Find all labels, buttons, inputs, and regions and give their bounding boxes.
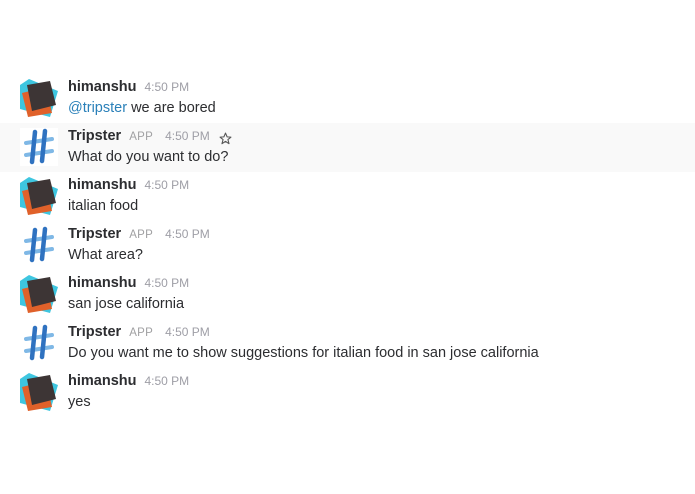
message-feed: himanshu 4:50 PM @tripster we are bored … — [0, 74, 695, 417]
user-avatar[interactable] — [20, 275, 58, 313]
avatar-himanshu-icon — [20, 79, 58, 117]
message-timestamp[interactable]: 4:50 PM — [144, 178, 189, 192]
avatar-tripster-icon — [20, 128, 58, 166]
message-item[interactable]: himanshu 4:50 PM yes — [0, 368, 695, 417]
avatar-himanshu-icon — [20, 177, 58, 215]
message-author[interactable]: himanshu — [68, 373, 136, 389]
user-avatar[interactable] — [20, 177, 58, 215]
message-text: @tripster we are bored — [68, 100, 216, 116]
message-timestamp[interactable]: 4:50 PM — [144, 276, 189, 290]
message-timestamp[interactable]: 4:50 PM — [165, 325, 210, 339]
message-item[interactable]: himanshu 4:50 PM @tripster we are bored — [0, 74, 695, 123]
message-author[interactable]: Tripster — [68, 324, 121, 340]
avatar-himanshu-icon — [20, 373, 58, 411]
avatar-himanshu-icon — [20, 275, 58, 313]
message-item[interactable]: himanshu 4:50 PM italian food — [0, 172, 695, 221]
star-icon[interactable] — [219, 132, 232, 145]
avatar-tripster-icon — [20, 324, 58, 362]
message-author[interactable]: himanshu — [68, 79, 136, 95]
message-text: yes — [68, 394, 91, 410]
message-text: italian food — [68, 198, 139, 214]
app-badge: APP — [129, 131, 154, 143]
message-text: What do you want to do? — [68, 149, 229, 165]
app-avatar[interactable] — [20, 324, 58, 362]
message-item[interactable]: Tripster APP 4:50 PM Do you want me to s… — [0, 319, 695, 368]
message-item[interactable]: Tripster APP 4:50 PM What area? — [0, 221, 695, 270]
user-mention-link[interactable]: @tripster — [68, 100, 127, 116]
message-author[interactable]: Tripster — [68, 128, 121, 144]
avatar-tripster-icon — [20, 226, 58, 264]
message-text: What area? — [68, 247, 143, 263]
app-avatar[interactable] — [20, 226, 58, 264]
message-text: san jose california — [68, 296, 185, 312]
app-avatar[interactable] — [20, 128, 58, 166]
app-badge: APP — [129, 327, 154, 339]
message-text-content: we are bored — [127, 100, 216, 116]
message-text: Do you want me to show suggestions for i… — [68, 345, 539, 361]
message-author[interactable]: himanshu — [68, 177, 136, 193]
message-author[interactable]: himanshu — [68, 275, 136, 291]
message-timestamp[interactable]: 4:50 PM — [165, 227, 210, 241]
message-item[interactable]: himanshu 4:50 PM san jose california — [0, 270, 695, 319]
message-timestamp[interactable]: 4:50 PM — [144, 80, 189, 94]
message-timestamp[interactable]: 4:50 PM — [144, 374, 189, 388]
message-author[interactable]: Tripster — [68, 226, 121, 242]
user-avatar[interactable] — [20, 79, 58, 117]
message-timestamp[interactable]: 4:50 PM — [165, 129, 210, 143]
message-item[interactable]: Tripster APP 4:50 PM What do you want to… — [0, 123, 695, 172]
user-avatar[interactable] — [20, 373, 58, 411]
app-badge: APP — [129, 229, 154, 241]
